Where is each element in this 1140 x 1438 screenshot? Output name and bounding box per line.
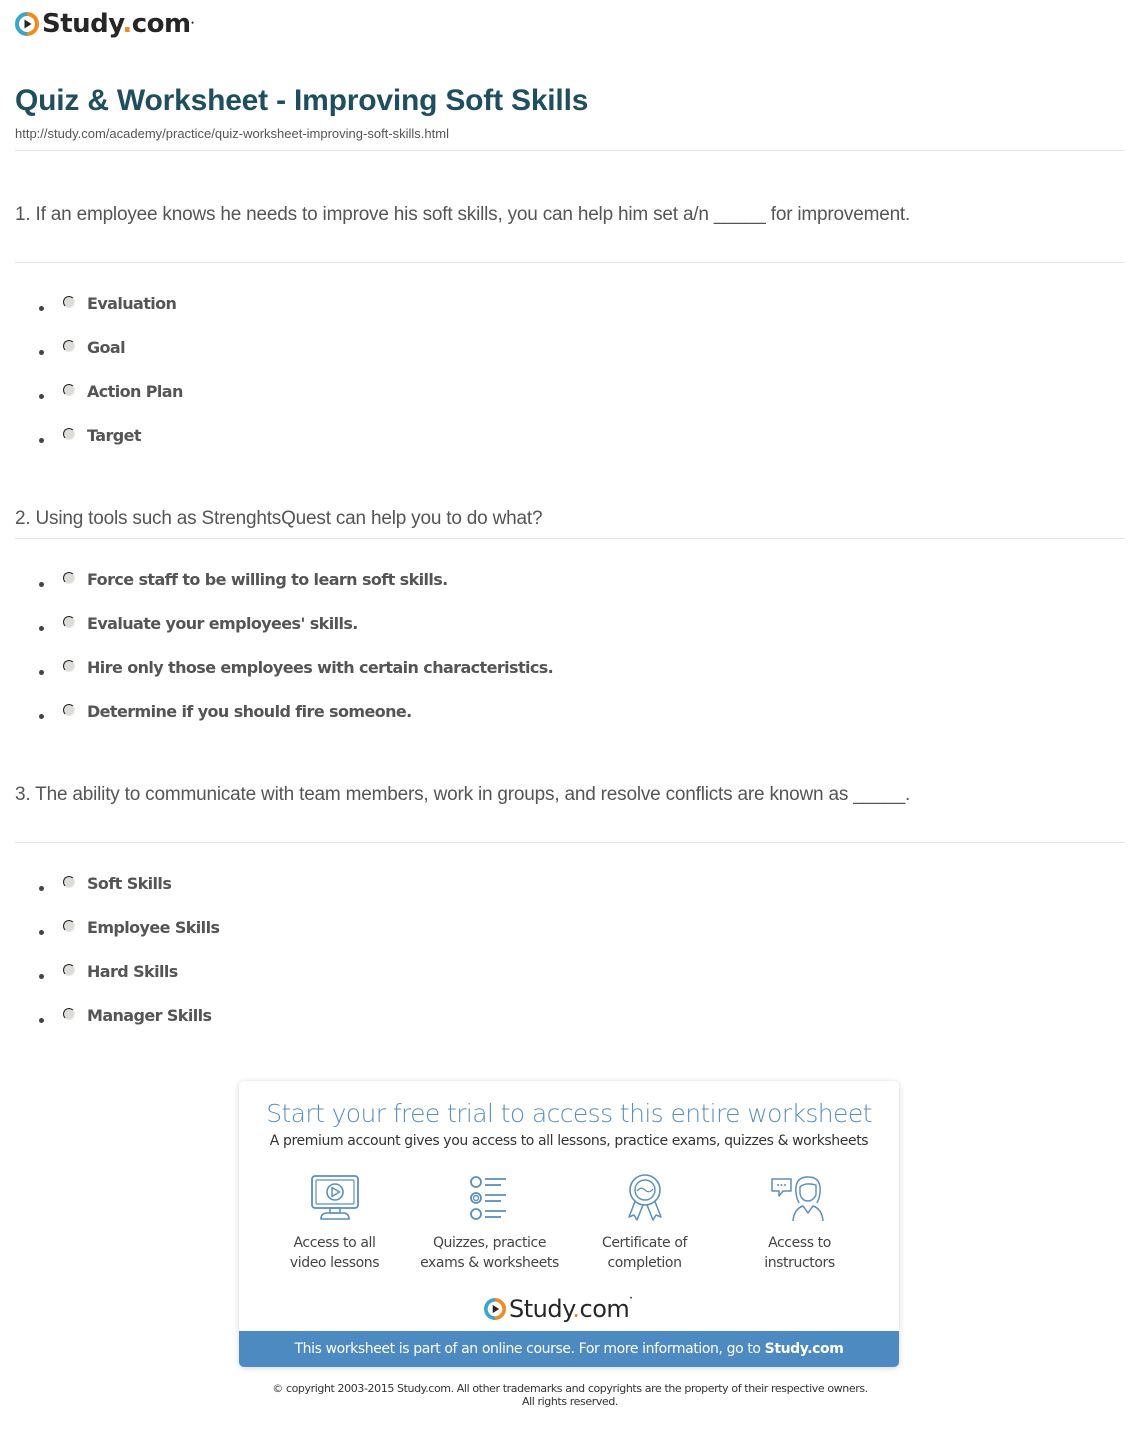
radio-button[interactable]	[63, 428, 75, 440]
option-label: Evaluate your employees' skills.	[87, 614, 358, 633]
bullet-icon	[39, 1018, 44, 1023]
page-title: Quiz & Worksheet - Improving Soft Skills	[15, 84, 589, 117]
free-trial-promo[interactable]: Start your free trial to access this ent…	[239, 1081, 899, 1367]
bullet-icon	[39, 670, 44, 675]
radio-button[interactable]	[63, 572, 75, 584]
question-1: 1. If an employee knows he needs to impr…	[15, 204, 911, 225]
radio-button[interactable]	[63, 384, 75, 396]
option-label: Evaluation	[87, 294, 177, 313]
logo-wordmark: Study.com•	[509, 1295, 633, 1323]
promo-subtitle: A premium account gives you access to al…	[269, 1133, 869, 1149]
radio-button[interactable]	[63, 964, 75, 976]
bullet-icon	[39, 974, 44, 979]
bullet-icon	[39, 582, 44, 587]
promo-title[interactable]: Start your free trial to access this ent…	[239, 1099, 899, 1128]
option-label: Soft Skills	[87, 874, 172, 893]
option-label: Hard Skills	[87, 962, 178, 981]
radio-button[interactable]	[63, 340, 75, 352]
divider	[15, 538, 1125, 539]
feature-label: exams & worksheets	[420, 1255, 559, 1271]
question-2: 2. Using tools such as StrenghtsQuest ca…	[15, 508, 543, 529]
feature-label: Quizzes, practice	[432, 1235, 547, 1251]
radio-button[interactable]	[63, 296, 75, 308]
option-label: Determine if you should fire someone.	[87, 702, 412, 721]
option-label: Manager Skills	[87, 1006, 212, 1025]
course-info-bar[interactable]: This worksheet is part of an online cour…	[239, 1331, 899, 1367]
bullet-icon	[39, 930, 44, 935]
instructor-chat-icon	[770, 1176, 824, 1222]
feature-label: video lessons	[289, 1255, 380, 1271]
feature-video-lessons: Access to all video lessons	[257, 1173, 412, 1273]
copyright-line: © copyright 2003-2015 Study.com. All oth…	[272, 1382, 868, 1395]
page-url: http://study.com/academy/practice/quiz-w…	[15, 126, 449, 141]
feature-quizzes: Quizzes, practice exams & worksheets	[412, 1173, 567, 1273]
feature-label: completion	[607, 1255, 682, 1271]
study-link[interactable]: Study.com	[765, 1341, 844, 1357]
copyright-line: All rights reserved.	[521, 1395, 619, 1408]
option-label: Force staff to be willing to learn soft …	[87, 570, 448, 589]
bullet-icon	[39, 306, 44, 311]
feature-label: Access to all	[293, 1235, 376, 1251]
study-logo[interactable]: Study.com•	[484, 1295, 633, 1323]
feature-label: Certificate of	[601, 1235, 688, 1251]
bullet-icon	[39, 394, 44, 399]
quiz-list-icon	[469, 1176, 506, 1220]
option-label: Employee Skills	[87, 918, 220, 937]
radio-button[interactable]	[63, 1008, 75, 1020]
feature-label: Access to	[768, 1235, 831, 1251]
bullet-icon	[39, 350, 44, 355]
video-monitor-icon	[310, 1175, 359, 1220]
radio-button[interactable]	[63, 920, 75, 932]
play-logo-icon	[15, 12, 39, 36]
divider	[15, 262, 1125, 263]
option-label: Hire only those employees with certain c…	[87, 658, 554, 677]
radio-button[interactable]	[63, 616, 75, 628]
bullet-icon	[39, 886, 44, 891]
bullet-icon	[39, 714, 44, 719]
feature-label: instructors	[764, 1255, 835, 1271]
bullet-icon	[39, 626, 44, 631]
play-logo-icon	[484, 1298, 506, 1320]
certificate-ribbon-icon	[627, 1174, 662, 1221]
option-label: Action Plan	[87, 382, 183, 401]
question-3: 3. The ability to communicate with team …	[15, 784, 911, 805]
option-label: Goal	[87, 338, 126, 357]
copyright: © copyright 2003-2015 Study.com. All oth…	[0, 1382, 1140, 1408]
promo-features: Access to all video lessons Quizzes, prac…	[257, 1173, 897, 1273]
logo-wordmark: Study.com•	[42, 9, 195, 39]
radio-button[interactable]	[63, 876, 75, 888]
divider	[15, 150, 1125, 151]
feature-instructors: Access to instructors	[722, 1173, 877, 1273]
study-logo[interactable]: Study.com•	[15, 9, 195, 39]
radio-button[interactable]	[63, 660, 75, 672]
bullet-icon	[39, 438, 44, 443]
bar-text: This worksheet is part of an online cour…	[294, 1341, 765, 1357]
radio-button[interactable]	[63, 704, 75, 716]
feature-certificate: Certificate of completion	[567, 1173, 722, 1273]
option-label: Target	[87, 426, 142, 445]
divider	[15, 842, 1125, 843]
